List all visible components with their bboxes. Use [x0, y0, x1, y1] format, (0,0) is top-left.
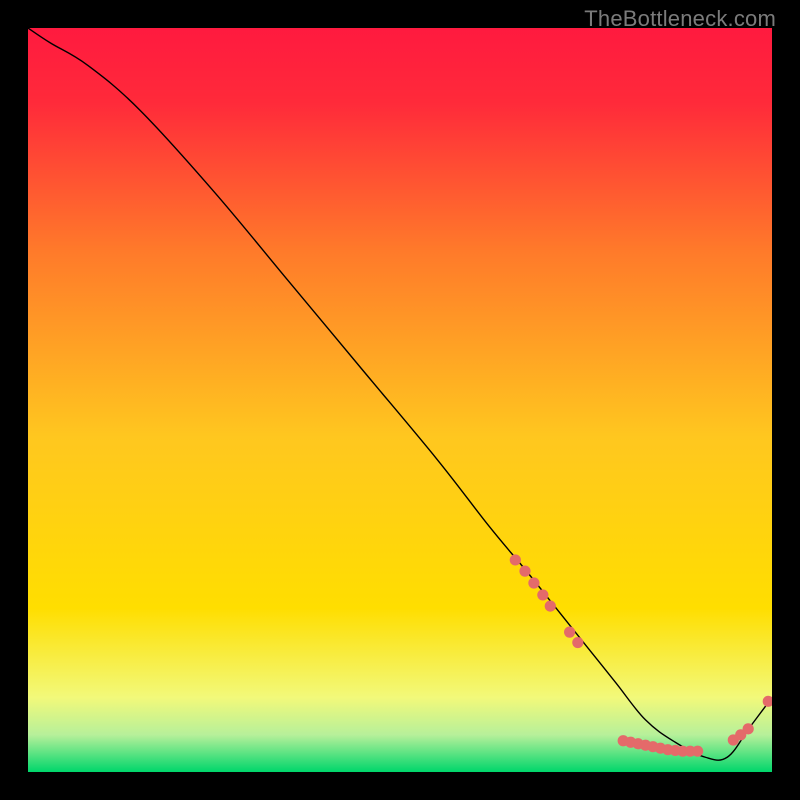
marker-dot [572, 637, 583, 648]
chart-plot [28, 28, 772, 772]
marker-dot [743, 723, 754, 734]
marker-dot [545, 600, 556, 611]
marker-dot [692, 746, 703, 757]
chart-stage: TheBottleneck.com [0, 0, 800, 800]
marker-dot [528, 577, 539, 588]
marker-dot [510, 554, 521, 565]
gradient-background [28, 28, 772, 772]
marker-dot [564, 627, 575, 638]
marker-dot [537, 589, 548, 600]
marker-dot [519, 566, 530, 577]
